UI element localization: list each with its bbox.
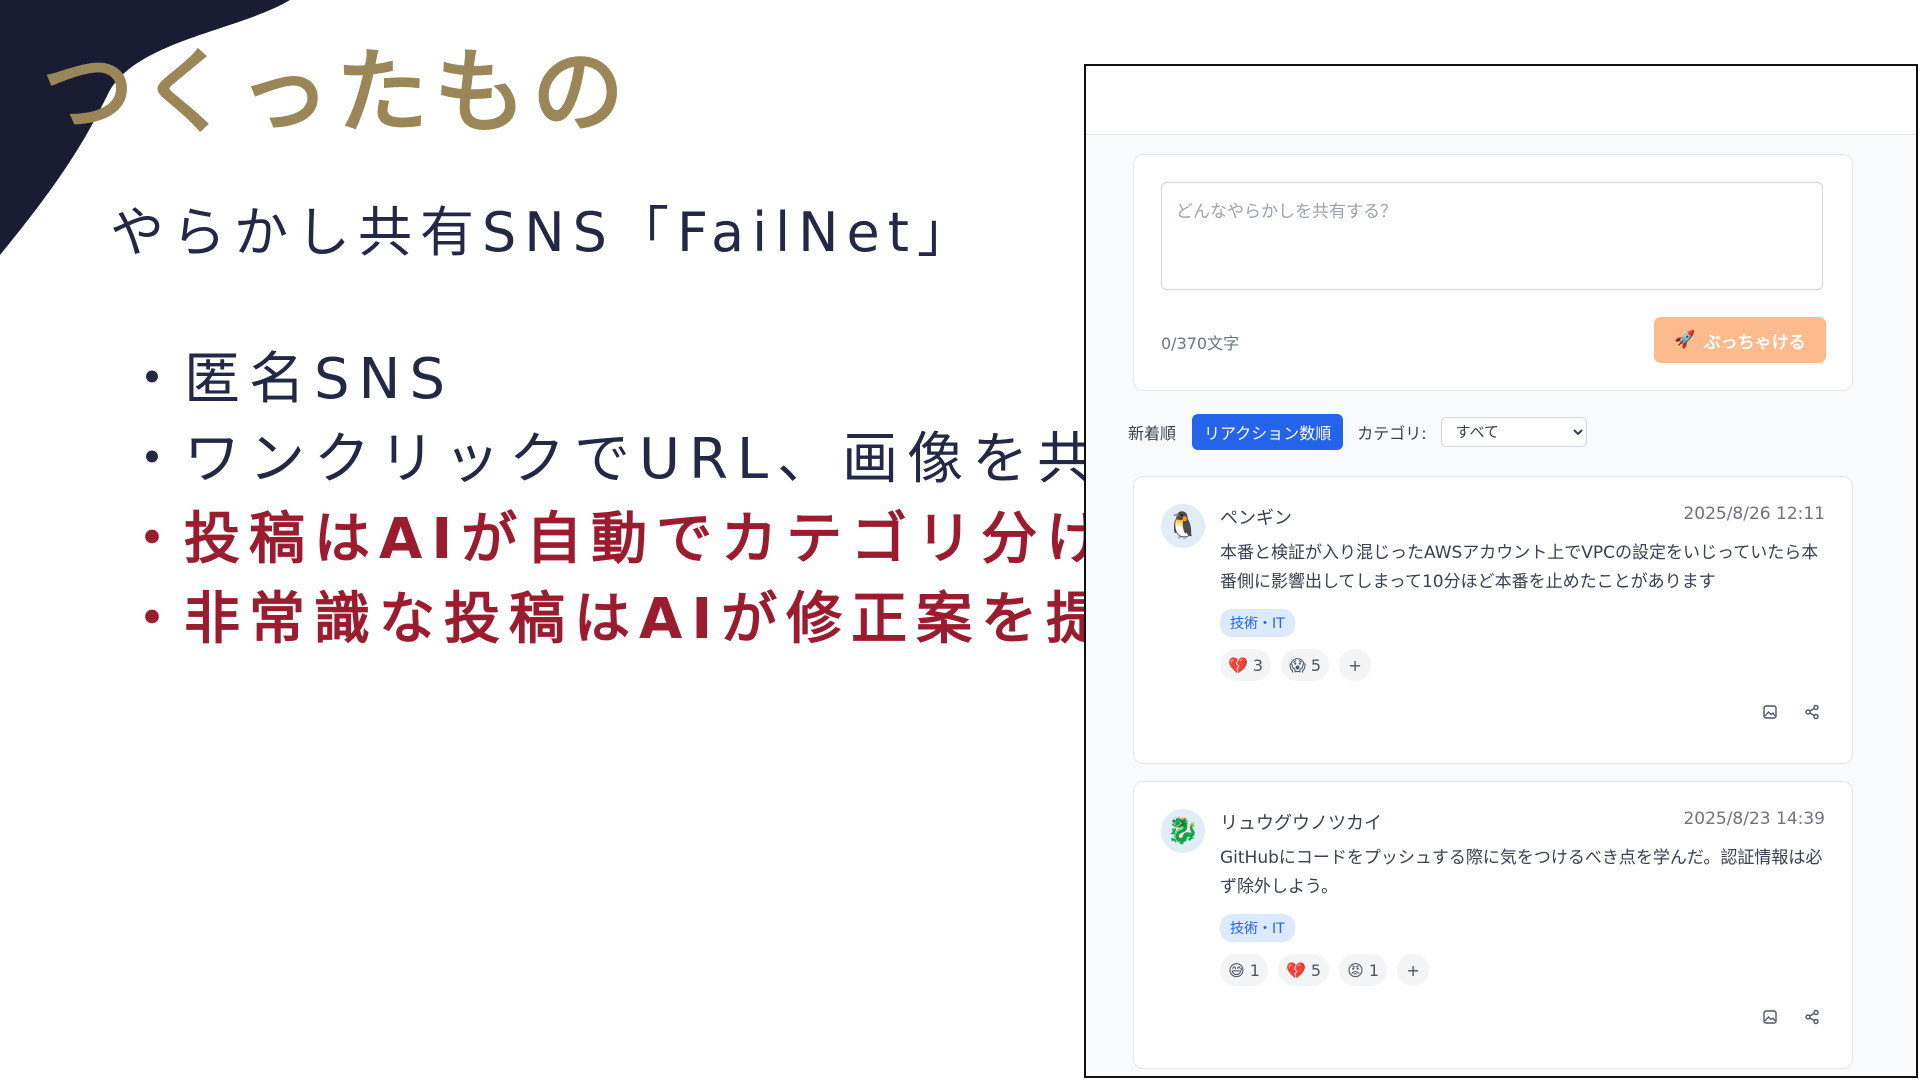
- feed-toolbar: 新着順 リアクション数順 カテゴリ: すべて: [1126, 414, 1587, 450]
- reaction-bar: 😅 1 💔 5 😡 1 +: [1220, 954, 1430, 986]
- reaction-count: 3: [1252, 655, 1264, 675]
- penguin-icon: 🐧: [1161, 504, 1205, 548]
- share-icon[interactable]: [1802, 1007, 1822, 1027]
- rocket-icon: 🚀: [1674, 330, 1696, 350]
- post-body: 本番と検証が入り混じったAWSアカウント上でVPCの設定をいじっていたら本番側に…: [1220, 543, 1819, 592]
- app-header: [1086, 66, 1916, 135]
- image-icon[interactable]: [1760, 702, 1780, 722]
- submit-label: ぶっちゃける: [1703, 332, 1806, 353]
- angry-face-icon: 😡: [1347, 960, 1364, 980]
- post-actions: [1760, 702, 1822, 722]
- category-tag: 技術・IT: [1220, 914, 1295, 942]
- reaction-bar: 💔 3 😱 5 +: [1220, 649, 1372, 681]
- reaction-button[interactable]: 💔 3: [1220, 649, 1272, 681]
- oarfish-icon: 🐉: [1161, 809, 1205, 853]
- feature-item: 匿名SNS: [124, 340, 1176, 420]
- category-tag: 技術・IT: [1220, 609, 1295, 637]
- slide-title: つくったもの: [42, 39, 631, 146]
- post-card: 🐧 ペンギン 2025/8/26 12:11 本番と検証が入り混じったAWSアカ…: [1133, 476, 1853, 764]
- reaction-button[interactable]: 💔 5: [1278, 954, 1330, 986]
- post-composer: 0/370文字 🚀 ぶっちゃける: [1133, 154, 1853, 391]
- reaction-count: 1: [1249, 960, 1260, 980]
- feature-item-highlight: 非常識な投稿はAIが修正案を提示: [124, 580, 1176, 660]
- broken-heart-icon: 💔: [1286, 960, 1306, 980]
- post-body: GitHubにコードをプッシュする際に気をつけるべき点を学んだ。認証情報は必ず除…: [1220, 848, 1823, 897]
- reaction-button[interactable]: 😅 1: [1220, 954, 1268, 986]
- broken-heart-icon: 💔: [1228, 655, 1248, 675]
- post-card: 🐉 リュウグウノツカイ 2025/8/23 14:39 GitHubにコードをプ…: [1133, 781, 1853, 1069]
- feature-list: 匿名SNS ワンクリックでURL、画像を共有 投稿はAIが自動でカテゴリ分け 非…: [124, 340, 1176, 660]
- post-time: 2025/8/23 14:39: [1683, 809, 1825, 829]
- post-author: ペンギン: [1220, 508, 1292, 529]
- char-counter: 0/370文字: [1161, 334, 1240, 353]
- post-author: リュウグウノツカイ: [1220, 813, 1382, 834]
- reaction-button[interactable]: 😡 1: [1339, 954, 1388, 986]
- add-reaction-button[interactable]: +: [1339, 649, 1372, 681]
- feature-item: ワンクリックでURL、画像を共有: [124, 420, 1176, 500]
- post-actions: [1760, 1007, 1822, 1027]
- sort-new-button[interactable]: 新着順: [1126, 415, 1178, 449]
- reaction-button[interactable]: 😱 5: [1281, 649, 1330, 681]
- sweat-smile-icon: 😅: [1228, 960, 1245, 980]
- feature-item-highlight: 投稿はAIが自動でカテゴリ分け: [124, 500, 1176, 580]
- post-time: 2025/8/26 12:11: [1683, 504, 1825, 524]
- reaction-count: 5: [1310, 960, 1322, 980]
- sort-reaction-button[interactable]: リアクション数順: [1192, 414, 1344, 450]
- scream-face-icon: 😱: [1289, 655, 1306, 675]
- submit-post-button[interactable]: 🚀 ぶっちゃける: [1654, 317, 1826, 363]
- share-icon[interactable]: [1802, 702, 1822, 722]
- category-select[interactable]: すべて: [1440, 417, 1587, 447]
- add-reaction-button[interactable]: +: [1397, 954, 1430, 986]
- app-screenshot: 0/370文字 🚀 ぶっちゃける 新着順 リアクション数順 カテゴリ: すべて …: [1084, 64, 1918, 1078]
- reaction-count: 5: [1310, 655, 1322, 675]
- category-label: カテゴリ:: [1357, 424, 1427, 443]
- reaction-count: 1: [1368, 960, 1380, 980]
- image-icon[interactable]: [1760, 1007, 1780, 1027]
- slide-subtitle: やらかし共有SNS「FailNet」: [110, 201, 979, 264]
- post-input[interactable]: [1161, 182, 1823, 290]
